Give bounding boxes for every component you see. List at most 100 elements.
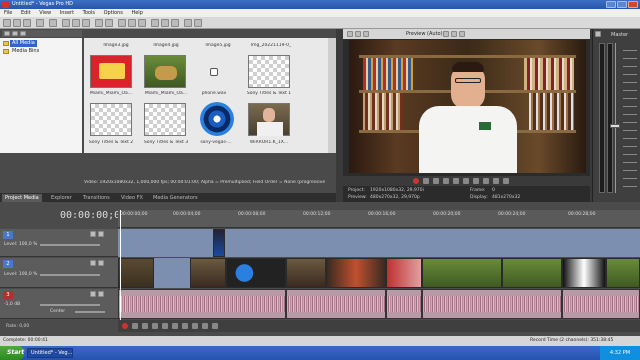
tab-video-fx[interactable]: Video FX	[118, 194, 146, 202]
normal-edit-tool-icon[interactable]	[118, 19, 126, 27]
video-event[interactable]	[118, 258, 154, 288]
audio-event[interactable]	[118, 289, 286, 319]
menu-edit[interactable]: Edit	[21, 10, 31, 16]
play-icon[interactable]	[152, 323, 158, 329]
master-fader[interactable]	[610, 124, 620, 128]
video-event[interactable]	[422, 258, 502, 288]
media-item-label[interactable]: Image3.jpg	[90, 43, 142, 48]
copy-snapshot-icon[interactable]	[451, 31, 457, 37]
minimize-button[interactable]	[606, 1, 616, 8]
envelope-tool-icon[interactable]	[128, 19, 136, 27]
media-thumb-person[interactable]	[248, 103, 290, 136]
preview-properties-icon[interactable]	[347, 31, 353, 37]
solo-icon[interactable]	[98, 260, 104, 266]
audio-event[interactable]	[562, 289, 640, 319]
taskbar-item-vegas[interactable]: Untitled* - Veg...	[27, 348, 73, 358]
video-event[interactable]	[286, 258, 326, 288]
undo-icon[interactable]	[95, 19, 103, 27]
video-track-lane-1[interactable]	[118, 229, 640, 257]
media-thumb-green[interactable]	[144, 55, 186, 88]
split-screen-icon[interactable]	[363, 31, 369, 37]
go-to-start-icon[interactable]	[182, 323, 188, 329]
track-header-2[interactable]: 2 Level: 100,0 %	[0, 258, 118, 288]
loop-icon[interactable]	[423, 178, 429, 184]
track-header-1[interactable]: 1 Level: 100,0 %	[0, 229, 118, 257]
media-item-label[interactable]: phone.wav	[188, 91, 240, 96]
tab-project-media[interactable]: Project Media	[2, 194, 42, 202]
record-icon[interactable]	[413, 178, 419, 184]
mute-icon[interactable]	[90, 231, 96, 237]
media-scrollbar[interactable]	[328, 38, 336, 153]
video-event[interactable]	[502, 258, 562, 288]
stop-icon[interactable]	[463, 178, 469, 184]
solo-icon[interactable]	[98, 291, 104, 297]
video-event[interactable]	[326, 258, 386, 288]
media-item-label[interactable]: Sony Titles & Text 3	[140, 140, 192, 145]
pause-icon[interactable]	[162, 323, 168, 329]
media-item-label[interactable]: Sony Titles & Text 1	[243, 91, 295, 96]
save-icon[interactable]	[23, 19, 31, 27]
record-icon[interactable]	[122, 323, 128, 329]
views-icon[interactable]	[20, 31, 26, 36]
menu-file[interactable]: File	[4, 10, 12, 16]
save-snapshot-icon[interactable]	[459, 31, 465, 37]
loop-icon[interactable]	[132, 323, 138, 329]
tab-explorer[interactable]: Explorer	[48, 194, 75, 202]
open-icon[interactable]	[13, 19, 21, 27]
play-icon[interactable]	[443, 178, 449, 184]
next-frame-icon[interactable]	[503, 178, 509, 184]
pause-icon[interactable]	[453, 178, 459, 184]
solo-icon[interactable]	[98, 231, 104, 237]
track-header-3[interactable]: 3 -1,0 dB Center	[0, 289, 118, 319]
go-to-end-icon[interactable]	[483, 178, 489, 184]
video-event[interactable]	[213, 229, 225, 257]
audio-event[interactable]	[422, 289, 562, 319]
audio-file-icon[interactable]	[210, 68, 218, 76]
maximize-button[interactable]	[617, 1, 627, 8]
cut-icon[interactable]	[62, 19, 70, 27]
preview-quality-dropdown[interactable]: Preview (Auto)	[406, 29, 443, 39]
mute-icon[interactable]	[90, 291, 96, 297]
prev-frame-icon[interactable]	[202, 323, 208, 329]
start-button[interactable]: Start	[0, 346, 24, 360]
media-item-label[interactable]: Img_20221119-0_	[245, 43, 297, 48]
playhead-cursor[interactable]	[120, 210, 121, 320]
media-item-label[interactable]: Miami_Miami_Oa...	[85, 91, 137, 96]
play-from-start-icon[interactable]	[142, 323, 148, 329]
paste-icon[interactable]	[82, 19, 90, 27]
auto-crossfade-icon[interactable]	[161, 19, 169, 27]
close-button[interactable]	[628, 1, 638, 8]
properties-icon[interactable]	[49, 19, 57, 27]
mute-icon[interactable]	[90, 260, 96, 266]
audio-event[interactable]	[286, 289, 386, 319]
track-pan-slider[interactable]	[75, 311, 105, 313]
video-track-lane-2[interactable]	[118, 258, 640, 288]
tab-transitions[interactable]: Transitions	[80, 194, 113, 202]
play-from-start-icon[interactable]	[433, 178, 439, 184]
video-event[interactable]	[386, 258, 422, 288]
menu-help[interactable]: Help	[131, 10, 142, 16]
audio-event[interactable]	[386, 289, 422, 319]
tree-item-media-bins[interactable]: Media Bins	[10, 48, 41, 55]
media-item-label[interactable]: Sony Titles & Text 2	[85, 140, 137, 145]
track-level-slider[interactable]	[40, 244, 100, 246]
stop-icon[interactable]	[172, 323, 178, 329]
menu-view[interactable]: View	[39, 10, 51, 16]
ripple-edit-icon[interactable]	[171, 19, 179, 27]
tab-media-generators[interactable]: Media Generators	[150, 194, 201, 202]
next-frame-icon[interactable]	[212, 323, 218, 329]
selection-tool-icon[interactable]	[138, 19, 146, 27]
media-item-label[interactable]: Image5.jpg	[192, 43, 244, 48]
redo-icon[interactable]	[105, 19, 113, 27]
track-level-slider[interactable]	[40, 274, 100, 276]
media-item-label[interactable]: Image4.jpg	[140, 43, 192, 48]
video-event[interactable]	[606, 258, 640, 288]
time-ruler[interactable]: 00:00:00;00 00:00:04;00 00:00:08;00 00:0…	[118, 210, 640, 228]
video-event[interactable]	[190, 258, 226, 288]
lock-envelopes-icon[interactable]	[184, 19, 192, 27]
help-icon[interactable]	[194, 19, 202, 27]
media-thumb-title[interactable]	[90, 103, 132, 136]
media-item-label[interactable]: Miami_Miami_Oa...	[140, 91, 192, 96]
video-event[interactable]	[562, 258, 606, 288]
menu-options[interactable]: Options	[104, 10, 123, 16]
